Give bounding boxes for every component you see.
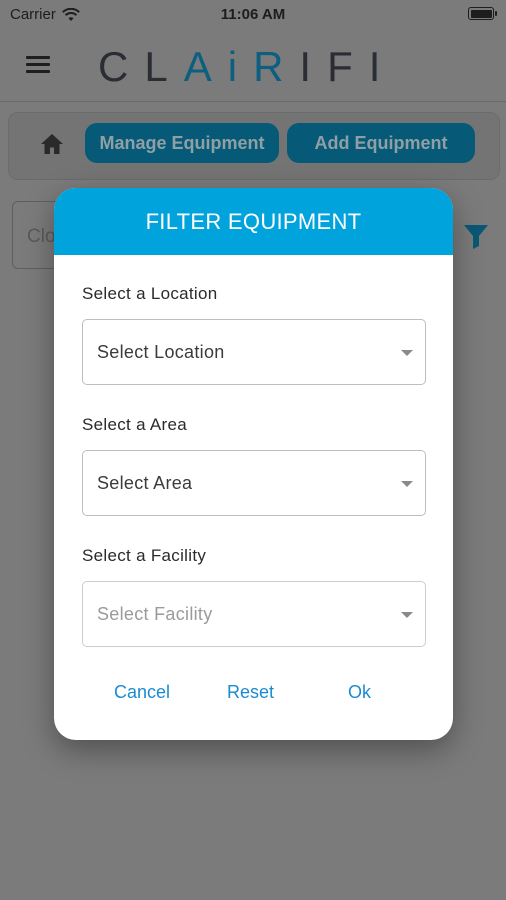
- battery-icon: [468, 7, 497, 20]
- app-header: CLAiRIFI: [0, 30, 506, 102]
- home-icon[interactable]: [39, 132, 65, 156]
- area-select[interactable]: Select Area: [82, 450, 426, 516]
- add-equipment-button[interactable]: Add Equipment: [287, 123, 475, 163]
- facility-select[interactable]: Select Facility: [82, 581, 426, 647]
- menu-icon[interactable]: [26, 56, 50, 74]
- location-select[interactable]: Select Location: [82, 319, 426, 385]
- facility-label: Select a Facility: [82, 546, 207, 565]
- facility-select-value: Select Facility: [97, 603, 213, 624]
- area-label: Select a Area: [82, 415, 188, 434]
- chevron-down-icon: [401, 350, 413, 356]
- dialog-actions: Cancel Reset Ok: [54, 682, 453, 706]
- status-time: 11:06 AM: [220, 6, 286, 23]
- location-select-value: Select Location: [97, 341, 225, 362]
- app-logo: CLAiRIFI: [98, 43, 397, 90]
- chevron-down-icon: [401, 612, 413, 618]
- chevron-down-icon: [401, 481, 413, 487]
- nav-card: Manage Equipment Add Equipment: [8, 112, 500, 180]
- cancel-button[interactable]: Cancel: [114, 682, 170, 703]
- reset-button[interactable]: Reset: [227, 682, 274, 703]
- area-select-value: Select Area: [97, 472, 193, 493]
- status-bar: Carrier 11:06 AM: [0, 0, 506, 30]
- filter-dialog: FILTER EQUIPMENT Select a Location Selec…: [54, 188, 453, 740]
- manage-equipment-button[interactable]: Manage Equipment: [85, 123, 279, 163]
- location-label: Select a Location: [82, 284, 218, 303]
- dialog-title: FILTER EQUIPMENT: [54, 188, 453, 255]
- filter-icon[interactable]: [462, 222, 490, 250]
- ok-button[interactable]: Ok: [348, 682, 371, 703]
